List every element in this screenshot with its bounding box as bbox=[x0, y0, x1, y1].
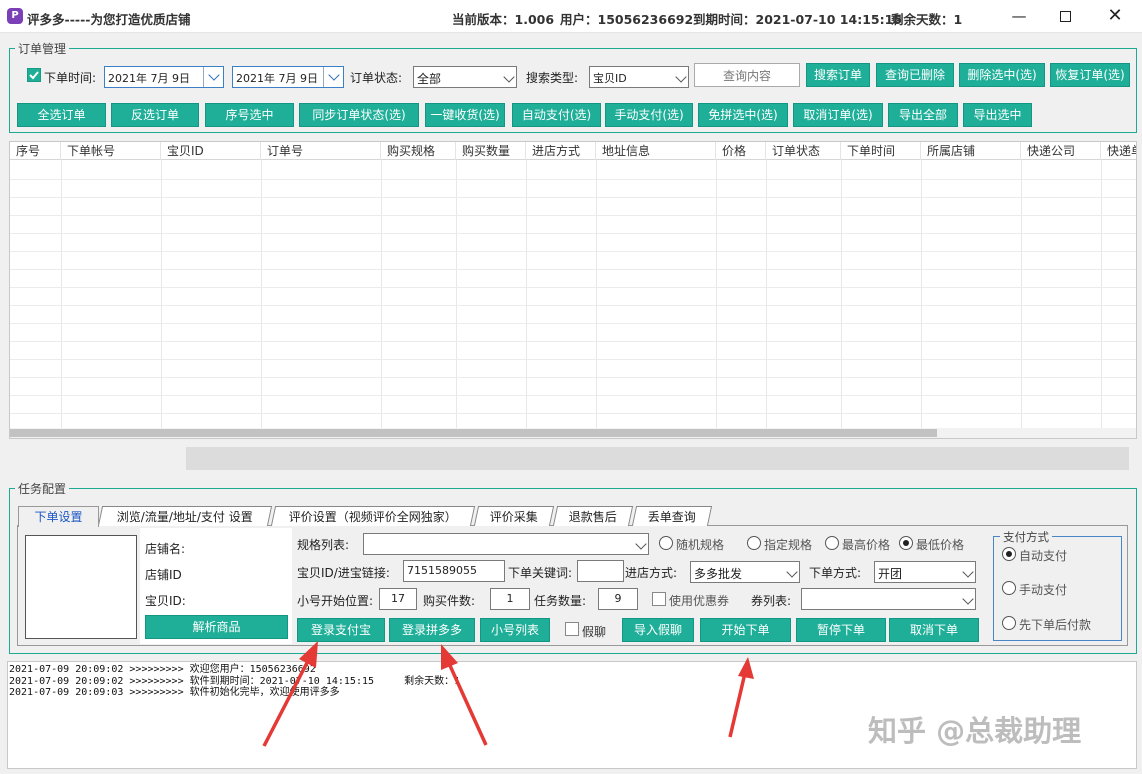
arrow-to-login-pinduoduo-icon bbox=[441, 644, 488, 746]
arrow-to-start-order-icon bbox=[728, 657, 754, 738]
tab-order-settings[interactable]: 下单设置 bbox=[18, 506, 99, 527]
annotation-arrows bbox=[262, 641, 754, 747]
arrow-to-login-alipay-icon bbox=[262, 641, 318, 747]
